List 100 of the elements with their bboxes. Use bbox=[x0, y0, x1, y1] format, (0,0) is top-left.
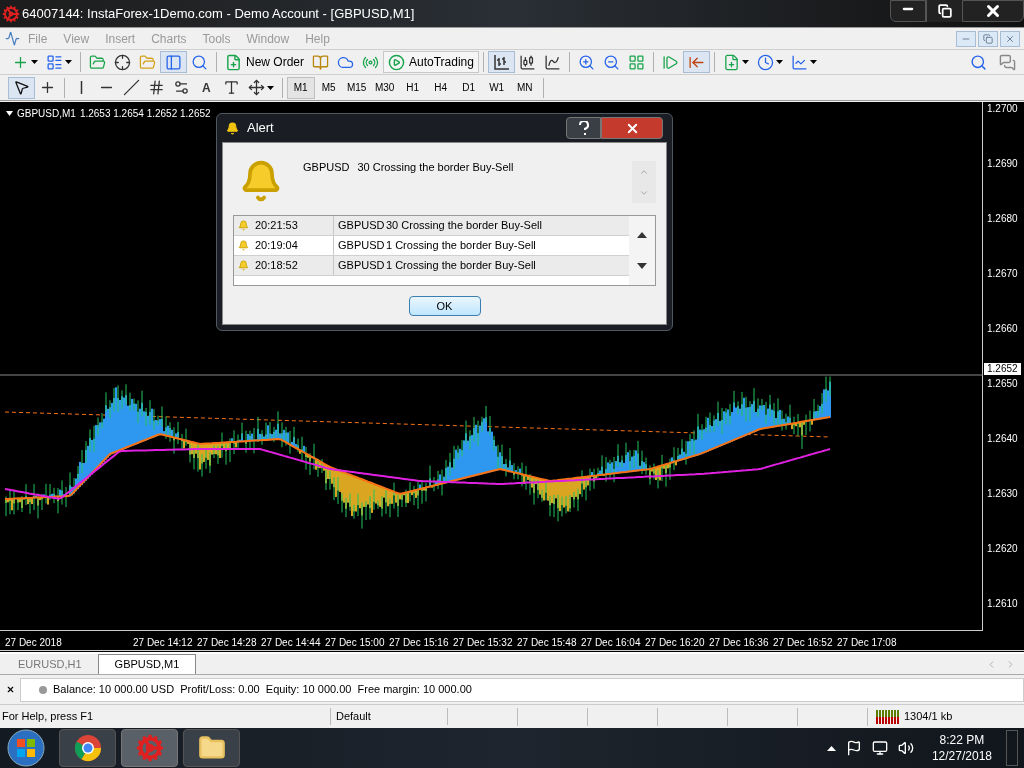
timeframe-button[interactable]: H4 bbox=[426, 76, 455, 99]
timeframe-button[interactable]: M5 bbox=[314, 76, 343, 99]
alert-time: 20:19:04 bbox=[255, 238, 298, 254]
time-label: 27 Dec 14:12 bbox=[133, 636, 193, 648]
alert-time: 20:18:52 bbox=[255, 258, 298, 274]
play-icon bbox=[388, 53, 405, 71]
alert-time: 20:21:53 bbox=[255, 218, 298, 234]
price-label: 1.2610 bbox=[986, 598, 1018, 610]
timeframe-button[interactable]: MN bbox=[510, 76, 539, 99]
price-label: 1.2640 bbox=[986, 433, 1018, 445]
minimize-button[interactable] bbox=[890, 0, 926, 22]
dialog-title: Alert bbox=[247, 119, 274, 138]
timeframe-button[interactable]: W1 bbox=[482, 76, 511, 99]
browser-icon[interactable] bbox=[73, 734, 102, 762]
price-label: 1.2680 bbox=[986, 213, 1018, 225]
zoom-out-icon[interactable] bbox=[602, 53, 620, 71]
trendline-icon[interactable] bbox=[123, 79, 140, 96]
alert-row[interactable]: 20:21:53 GBPUSD30 Crossing the border Buy-Sell bbox=[234, 216, 629, 236]
chart-window-icon[interactable] bbox=[5, 31, 20, 46]
price-label: 1.2690 bbox=[986, 158, 1018, 170]
close-button[interactable] bbox=[962, 0, 1024, 22]
time-label: 27 Dec 16:20 bbox=[645, 636, 705, 648]
status-dot-icon bbox=[39, 685, 47, 694]
scroll-down-icon[interactable] bbox=[637, 262, 647, 269]
app-logo-icon bbox=[2, 4, 20, 23]
alert-message: 1 Crossing the border Buy-Sell bbox=[386, 238, 536, 254]
chart-tab[interactable]: EURUSD,H1 bbox=[2, 654, 98, 674]
cursor-icon[interactable] bbox=[13, 79, 30, 96]
alert-message: 30 Crossing the border Buy-Sell bbox=[386, 218, 542, 234]
help-button[interactable] bbox=[566, 117, 601, 139]
alert-row[interactable]: 20:19:04 GBPUSD 1 Crossing the border Buy-Sell bbox=[234, 236, 629, 256]
timeframe-button[interactable]: D1 bbox=[454, 76, 483, 99]
text-tool[interactable]: A bbox=[194, 78, 219, 97]
bell-icon bbox=[238, 220, 249, 231]
ok-button[interactable]: OK bbox=[408, 296, 481, 316]
price-label: 1.2620 bbox=[986, 543, 1018, 555]
alert-message: 30 Crossing the border Buy-Sell bbox=[357, 160, 514, 175]
zoom-in-icon[interactable] bbox=[577, 53, 595, 71]
caret-icon[interactable] bbox=[809, 60, 817, 64]
clock[interactable]: 8:22 PM 12/27/2018 bbox=[931, 732, 992, 764]
volume-icon[interactable] bbox=[897, 740, 914, 756]
maximize-button[interactable] bbox=[926, 0, 962, 22]
start-button-icon[interactable] bbox=[7, 729, 45, 767]
time-label: 27 Dec 16:36 bbox=[709, 636, 769, 648]
line-chart-icon[interactable] bbox=[543, 53, 561, 71]
chart-tab[interactable]: GBPUSD,M1 bbox=[97, 654, 197, 674]
price-label: 1.2700 bbox=[986, 103, 1018, 115]
caret-icon[interactable] bbox=[266, 85, 274, 90]
timeframe-button[interactable]: H1 bbox=[398, 76, 427, 99]
profile-name: Default bbox=[331, 708, 448, 725]
data-window-icon[interactable] bbox=[165, 53, 182, 71]
clock-date: 12/27/2018 bbox=[931, 748, 992, 764]
chart-quotes: 1.2653 1.2654 1.2652 1.2652 bbox=[79, 107, 211, 121]
alert-message: 1 Crossing the border Buy-Sell bbox=[386, 258, 536, 274]
close-icon[interactable] bbox=[5, 685, 15, 694]
show-desktop-button[interactable] bbox=[1006, 730, 1018, 766]
close-icon bbox=[984, 2, 1002, 20]
collapse-icon[interactable] bbox=[6, 111, 13, 116]
folder-icon[interactable] bbox=[197, 734, 226, 762]
caret-icon[interactable] bbox=[775, 60, 783, 64]
network-icon[interactable] bbox=[871, 740, 888, 756]
autotrading-button[interactable]: AutoTrading bbox=[383, 51, 479, 73]
book-icon[interactable] bbox=[312, 53, 329, 71]
crosshair-icon[interactable] bbox=[114, 53, 131, 71]
time-label: 27 Dec 17:08 bbox=[837, 636, 897, 648]
time-label: 27 Dec 2018 bbox=[5, 636, 62, 648]
channel-icon[interactable] bbox=[148, 79, 165, 96]
caret-icon[interactable] bbox=[741, 60, 749, 64]
alert-symbol: GBPUSD bbox=[338, 238, 386, 254]
traffic-text: 1304/1 kb bbox=[904, 709, 953, 725]
chart-shift-icon[interactable] bbox=[661, 53, 679, 71]
timeframe-button[interactable]: M1 bbox=[286, 76, 315, 99]
text-label-icon[interactable] bbox=[222, 79, 240, 96]
caret-icon[interactable] bbox=[65, 60, 72, 64]
price-label: 1.2650 bbox=[986, 378, 1018, 390]
show-hidden-icon[interactable] bbox=[826, 745, 836, 751]
bar-chart-icon[interactable] bbox=[492, 53, 510, 71]
current-price-label: 1.2652 bbox=[984, 363, 1021, 375]
time-label: 27 Dec 16:52 bbox=[773, 636, 833, 648]
time-label: 27 Dec 15:48 bbox=[517, 636, 577, 648]
alert-row[interactable]: 20:18:52 GBPUSD 1 Crossing the border Buy-Sell bbox=[234, 256, 629, 276]
flag-icon[interactable] bbox=[845, 740, 862, 756]
arrows-icon[interactable] bbox=[247, 79, 265, 96]
time-label: 27 Dec 16:04 bbox=[581, 636, 641, 648]
scroll-up-icon[interactable] bbox=[637, 232, 647, 239]
search-icon[interactable] bbox=[970, 53, 987, 71]
tile-windows-icon[interactable] bbox=[627, 53, 645, 71]
timeframe-button[interactable]: M15 bbox=[342, 76, 371, 99]
crosshair-icon[interactable] bbox=[39, 79, 56, 96]
timeframe-button[interactable]: M30 bbox=[370, 76, 399, 99]
clock-icon[interactable] bbox=[756, 53, 774, 71]
candlestick-icon[interactable] bbox=[518, 53, 536, 71]
caret-icon[interactable] bbox=[31, 60, 38, 64]
bell-icon bbox=[238, 260, 249, 271]
new-order-button[interactable]: New Order bbox=[221, 53, 308, 71]
restore-icon bbox=[937, 4, 952, 18]
restore-icon[interactable] bbox=[983, 33, 993, 44]
window-title: 64007144: InstaForex-1Demo.com - Demo Account - [GBPUSD,M1] bbox=[22, 4, 415, 23]
profiles-icon[interactable] bbox=[46, 53, 63, 71]
chat-icon[interactable] bbox=[999, 53, 1016, 71]
